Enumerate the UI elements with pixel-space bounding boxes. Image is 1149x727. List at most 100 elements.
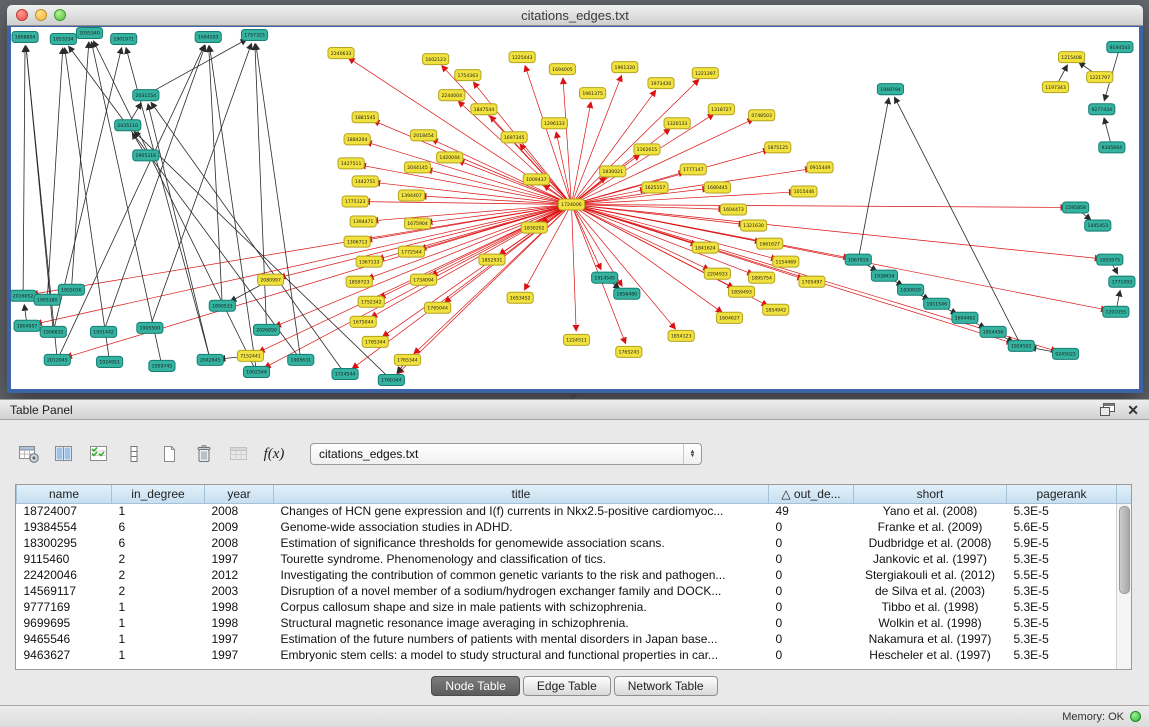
column-header-in-degree[interactable]: in_degree <box>112 485 205 503</box>
column-header-pagerank[interactable]: pagerank <box>1007 485 1117 503</box>
graph-node[interactable]: 1420044 <box>437 152 463 163</box>
close-window-button[interactable] <box>16 9 28 21</box>
cell-short[interactable]: Tibbo et al. (1998) <box>854 599 1007 615</box>
graph-node[interactable]: 2042845 <box>197 354 223 365</box>
minimize-window-button[interactable] <box>35 9 47 21</box>
graph-edge[interactable] <box>66 204 572 357</box>
cell-title[interactable]: Structural magnetic resonance image aver… <box>274 615 769 631</box>
graph-node[interactable]: 1875125 <box>765 142 791 153</box>
graph-node[interactable]: 2244004 <box>439 90 465 101</box>
graph-node[interactable]: 1653452 <box>507 292 533 303</box>
graph-node[interactable]: 1224511 <box>563 334 589 345</box>
cell-year[interactable]: 2003 <box>205 583 274 599</box>
graph-node[interactable]: 1847544 <box>471 104 497 115</box>
graph-edge[interactable] <box>366 142 572 205</box>
graph-node[interactable]: 1724006 <box>558 199 584 210</box>
cell-short[interactable]: de Silva et al. (2003) <box>854 583 1007 599</box>
graph-node[interactable]: 1959745 <box>149 360 175 371</box>
cell-name[interactable]: 14569117 <box>17 583 112 599</box>
cell-title[interactable]: Changes of HCN gene expression and I(f) … <box>274 503 769 519</box>
graph-node[interactable]: 2035110 <box>115 120 141 131</box>
graph-edge[interactable] <box>26 46 53 332</box>
graph-node[interactable]: 1394471 <box>350 216 376 227</box>
graph-node[interactable]: 1321630 <box>741 220 767 231</box>
cell-out-de[interactable]: 0 <box>769 647 854 663</box>
graph-node[interactable]: 1724544 <box>332 368 358 379</box>
table-row[interactable]: 1830029562008Estimation of significance … <box>17 535 1117 551</box>
graph-node[interactable]: 2055340 <box>76 28 102 39</box>
cell-in-degree[interactable]: 1 <box>112 647 205 663</box>
graph-node[interactable]: 2031554 <box>133 90 159 101</box>
graph-node[interactable]: 2018454 <box>410 130 436 141</box>
graph-node[interactable]: 1757325 <box>241 30 267 41</box>
function-builder-button[interactable]: f(x) <box>261 442 287 466</box>
graph-node[interactable]: 1055975 <box>1097 254 1123 265</box>
graph-node[interactable]: 1697345 <box>501 132 527 143</box>
cell-year[interactable]: 1998 <box>205 599 274 615</box>
graph-node[interactable]: 1197343 <box>1042 82 1068 93</box>
graph-edge[interactable] <box>47 48 63 300</box>
cell-year[interactable]: 1997 <box>205 647 274 663</box>
graph-node[interactable]: 1854123 <box>668 330 694 341</box>
graph-node[interactable]: 1734094 <box>410 274 436 285</box>
graph-edge[interactable] <box>571 204 722 312</box>
graph-node[interactable]: 1318727 <box>708 104 734 115</box>
cell-short[interactable]: Hescheler et al. (1997) <box>854 647 1007 663</box>
graph-edge[interactable] <box>23 46 25 296</box>
graph-edge[interactable] <box>69 46 301 360</box>
graph-node[interactable]: 1951442 <box>90 326 116 337</box>
graph-node[interactable]: 1775123 <box>342 196 368 207</box>
graph-node[interactable]: 1804957 <box>14 320 40 331</box>
cell-out-de[interactable]: 0 <box>769 519 854 535</box>
graph-node[interactable]: 1604627 <box>716 312 742 323</box>
cell-title[interactable]: Tourette syndrome. Phenomenology and cla… <box>274 551 769 567</box>
table-row[interactable]: 969969511998Structural magnetic resonanc… <box>17 615 1117 631</box>
cell-short[interactable]: Stergiakouli et al. (2012) <box>854 567 1007 583</box>
table-selector-dropdown[interactable]: citations_edges.txt ▲▼ <box>310 443 702 465</box>
cell-name[interactable]: 19384554 <box>17 519 112 535</box>
graph-node[interactable]: 1602123 <box>423 54 449 65</box>
graph-node[interactable]: 1765344 <box>394 354 420 365</box>
cell-in-degree[interactable]: 2 <box>112 551 205 567</box>
cell-pagerank[interactable]: 5.9E-5 <box>1007 535 1117 551</box>
graph-node[interactable]: 1765243 <box>616 346 642 357</box>
graph-edge[interactable] <box>571 155 639 205</box>
graph-node[interactable]: 1938454 <box>871 270 897 281</box>
graph-node[interactable]: 1067919 <box>845 254 871 265</box>
row-height-button[interactable] <box>121 442 147 466</box>
cell-short[interactable]: Franke et al. (2009) <box>854 519 1007 535</box>
graph-node[interactable]: 1754363 <box>455 70 481 81</box>
cell-out-de[interactable]: 0 <box>769 567 854 583</box>
graph-node[interactable]: 1009437 <box>523 174 549 185</box>
graph-node[interactable]: 2240633 <box>328 48 354 59</box>
graph-node[interactable]: 1884204 <box>344 134 370 145</box>
graph-node[interactable]: 1785344 <box>362 336 388 347</box>
cell-year[interactable]: 2009 <box>205 519 274 535</box>
cell-name[interactable]: 9699695 <box>17 615 112 631</box>
graph-node[interactable]: 2026050 <box>254 324 280 335</box>
graph-node[interactable]: 1394407 <box>398 190 424 201</box>
cell-out-de[interactable]: 49 <box>769 503 854 519</box>
graph-node[interactable]: 1905380 <box>34 294 60 305</box>
graph-node[interactable]: 1595858 <box>1063 202 1089 213</box>
graph-node[interactable]: 1442751 <box>352 176 378 187</box>
graph-node[interactable]: 1830021 <box>600 166 626 177</box>
graph-node[interactable]: 1427511 <box>338 158 364 169</box>
table-row[interactable]: 946554611997Estimation of the future num… <box>17 631 1117 647</box>
graph-node[interactable]: 1924502 <box>1008 340 1034 351</box>
cell-in-degree[interactable]: 1 <box>112 631 205 647</box>
graph-edge[interactable] <box>571 192 794 205</box>
graph-node[interactable]: 1445453 <box>1085 220 1111 231</box>
graph-node[interactable]: 1955036 <box>58 284 84 295</box>
cell-short[interactable]: Dudbridge et al. (2008) <box>854 535 1007 551</box>
cell-pagerank[interactable]: 5.6E-5 <box>1007 519 1117 535</box>
graph-node[interactable]: 9245022 <box>1052 348 1078 359</box>
graph-edge[interactable] <box>571 204 675 328</box>
table-row[interactable]: 1872400712008Changes of HCN gene express… <box>17 503 1117 519</box>
cell-in-degree[interactable]: 2 <box>112 583 205 599</box>
graph-node[interactable]: 1296133 <box>541 118 567 129</box>
graph-node[interactable]: 1961320 <box>612 62 638 73</box>
graph-node[interactable]: 2044145 <box>404 162 430 173</box>
graph-node[interactable]: 1841624 <box>692 242 718 253</box>
graph-node[interactable]: 9194543 <box>1107 42 1133 53</box>
